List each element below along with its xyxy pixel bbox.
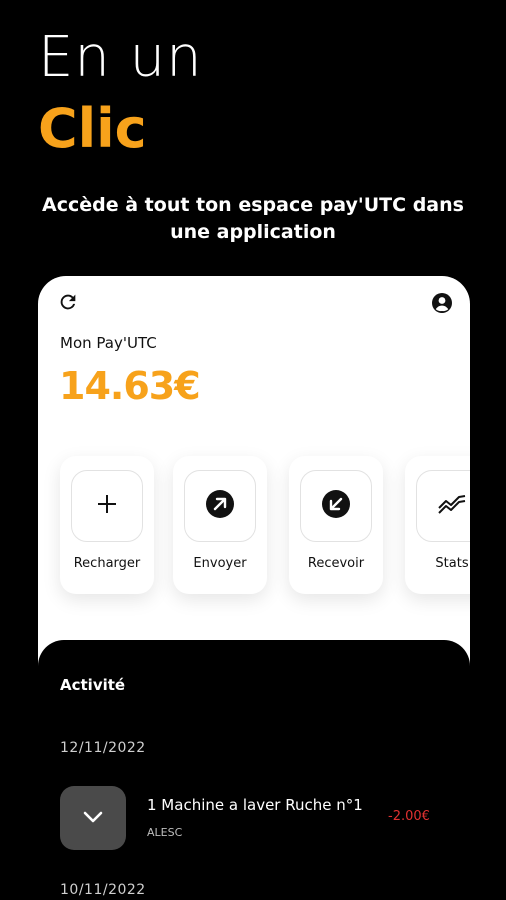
hero-subtitle-line1: Accède à tout ton espace pay'UTC dans: [42, 194, 464, 216]
action-label: Recharger: [73, 556, 141, 571]
transaction-expand-button[interactable]: [60, 786, 126, 850]
refresh-icon[interactable]: [57, 291, 79, 313]
action-label: Recevoir: [307, 556, 365, 571]
chevron-down-icon: [82, 809, 104, 828]
action-recevoir[interactable]: Recevoir: [289, 456, 383, 594]
action-icon-box: [300, 470, 372, 542]
hero-subtitle: Accède à tout ton espace pay'UTC dans un…: [30, 192, 476, 246]
transaction-title: 1 Machine a laver Ruche n°1: [147, 796, 363, 814]
action-icon-box: [71, 470, 143, 542]
date-header: 12/11/2022: [60, 740, 146, 756]
action-label: Envoyer: [193, 556, 247, 571]
action-envoyer[interactable]: Envoyer: [173, 456, 267, 594]
arrow-up-right-icon: [205, 489, 235, 523]
hero-title-line1: En un: [38, 25, 203, 90]
phone-screen: Mon Pay'UTC 14.63€ Recharger Envoyer Rec…: [38, 276, 470, 900]
action-label: Stats: [435, 556, 469, 571]
transaction-subtitle: ALESC: [147, 826, 183, 839]
action-recharger[interactable]: Recharger: [60, 456, 154, 594]
plus-icon: [96, 493, 118, 519]
hero-subtitle-line2: une application: [170, 221, 336, 243]
action-stats[interactable]: Stats: [405, 456, 470, 594]
activity-title: Activité: [60, 676, 126, 694]
trend-icon: [437, 492, 467, 520]
hero-title-line2: Clic: [38, 97, 147, 160]
transaction-amount: -2.00€: [388, 809, 430, 824]
account-icon[interactable]: [430, 291, 454, 315]
balance-label: Mon Pay'UTC: [60, 334, 157, 352]
activity-sheet: Activité 12/11/2022 1 Machine a laver Ru…: [38, 640, 470, 900]
balance-amount: 14.63€: [59, 364, 201, 408]
action-icon-box: [416, 470, 470, 542]
date-header: 10/11/2022: [60, 882, 146, 898]
action-icon-box: [184, 470, 256, 542]
arrow-down-left-icon: [321, 489, 351, 523]
